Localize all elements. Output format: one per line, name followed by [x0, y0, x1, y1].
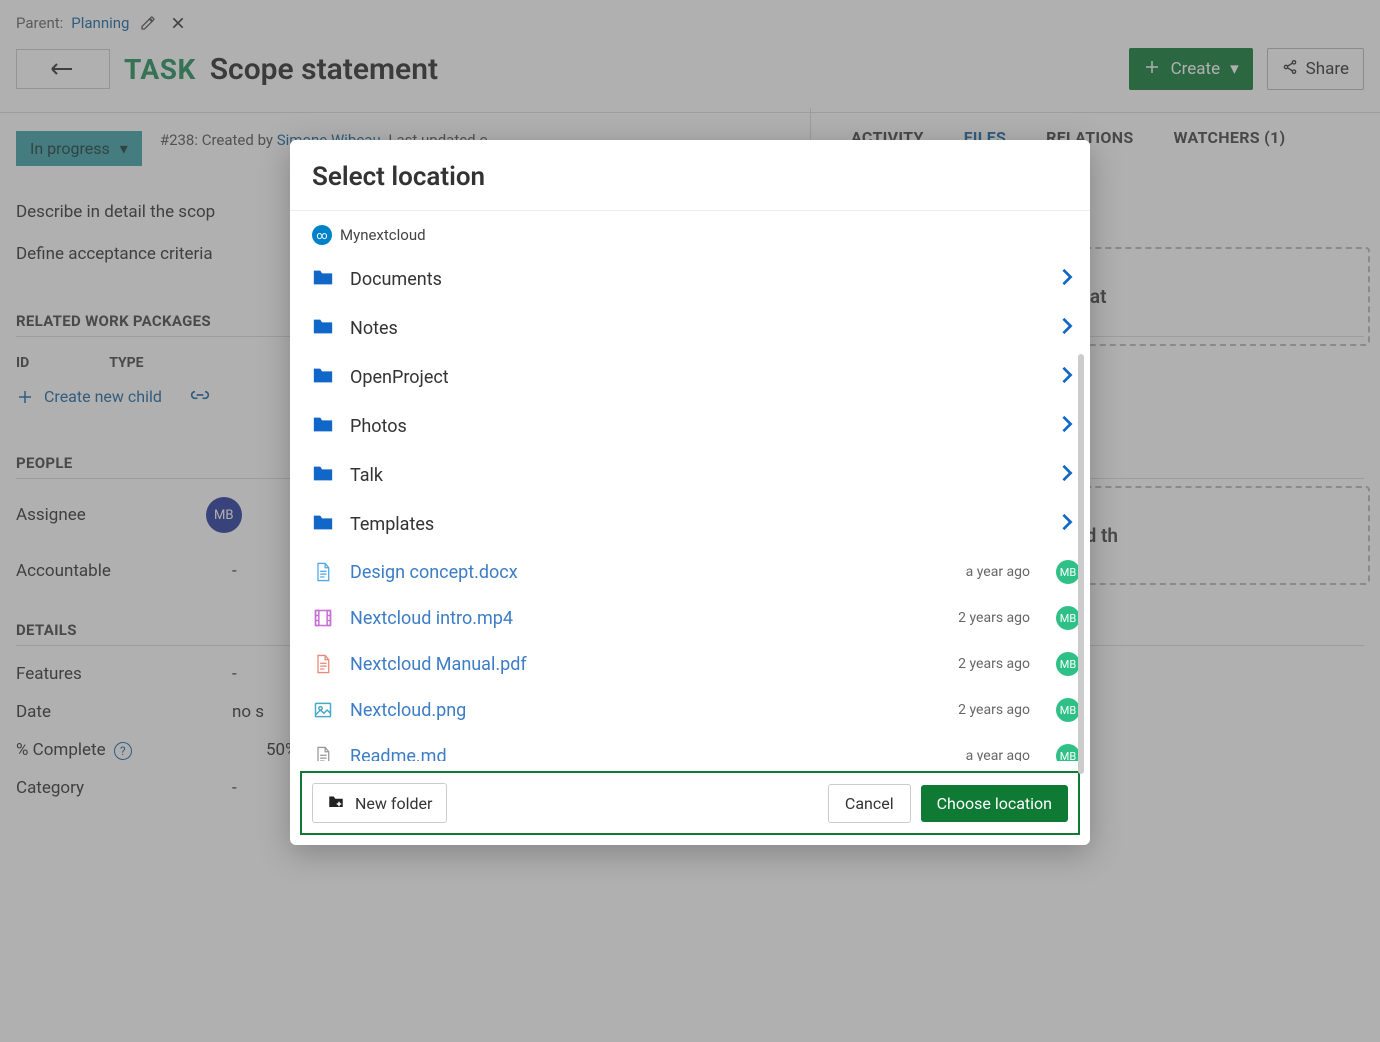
file-item: Readme.md a year ago MB — [312, 733, 1080, 761]
file-meta: a year ago — [966, 564, 1030, 580]
pdf-file-icon — [312, 654, 334, 674]
folder-icon — [312, 413, 334, 440]
modal-title: Select location — [290, 140, 1090, 210]
chevron-right-icon[interactable] — [1060, 463, 1080, 488]
select-location-modal: Select location ∞ Mynextcloud Documents N… — [290, 140, 1090, 845]
folder-item[interactable]: Talk — [312, 451, 1080, 500]
cancel-button[interactable]: Cancel — [828, 784, 911, 823]
modal-overlay[interactable]: Select location ∞ Mynextcloud Documents N… — [0, 0, 1380, 1042]
file-item: Nextcloud.png 2 years ago MB — [312, 687, 1080, 733]
location-list: Documents Notes OpenProject Photos Talk Templ… — [290, 251, 1090, 761]
file-name: Readme.md — [350, 746, 950, 762]
user-badge: MB — [1056, 652, 1080, 676]
nextcloud-icon: ∞ — [312, 225, 332, 245]
user-badge: MB — [1056, 606, 1080, 630]
file-meta: 2 years ago — [958, 656, 1030, 672]
folder-plus-icon — [327, 793, 345, 813]
folder-icon — [312, 266, 334, 293]
folder-item[interactable]: Notes — [312, 304, 1080, 353]
file-name: Nextcloud intro.mp4 — [350, 608, 942, 629]
chevron-right-icon[interactable] — [1060, 414, 1080, 439]
breadcrumb[interactable]: ∞ Mynextcloud — [290, 211, 1090, 251]
modal-footer: New folder Cancel Choose location — [300, 771, 1080, 835]
scrollbar[interactable] — [1078, 354, 1086, 845]
file-meta: a year ago — [966, 748, 1030, 761]
chevron-right-icon[interactable] — [1060, 365, 1080, 390]
chevron-right-icon[interactable] — [1060, 267, 1080, 292]
doc-file-icon — [312, 562, 334, 582]
chevron-right-icon[interactable] — [1060, 316, 1080, 341]
folder-name: Notes — [350, 318, 1044, 339]
user-badge: MB — [1056, 698, 1080, 722]
file-item: Design concept.docx a year ago MB — [312, 549, 1080, 595]
user-badge: MB — [1056, 744, 1080, 761]
folder-icon — [312, 315, 334, 342]
folder-item[interactable]: Documents — [312, 255, 1080, 304]
folder-name: Talk — [350, 465, 1044, 486]
user-badge: MB — [1056, 560, 1080, 584]
file-name: Design concept.docx — [350, 562, 950, 583]
file-name: Nextcloud.png — [350, 700, 942, 721]
breadcrumb-label: Mynextcloud — [340, 226, 426, 244]
text-file-icon — [312, 746, 334, 761]
file-item: Nextcloud Manual.pdf 2 years ago MB — [312, 641, 1080, 687]
folder-name: Documents — [350, 269, 1044, 290]
video-file-icon — [312, 608, 334, 628]
file-item: Nextcloud intro.mp4 2 years ago MB — [312, 595, 1080, 641]
file-name: Nextcloud Manual.pdf — [350, 654, 942, 675]
new-folder-label: New folder — [355, 794, 432, 813]
folder-name: Templates — [350, 514, 1044, 535]
file-meta: 2 years ago — [958, 610, 1030, 626]
folder-icon — [312, 364, 334, 391]
folder-item[interactable]: OpenProject — [312, 353, 1080, 402]
folder-icon — [312, 462, 334, 489]
folder-name: Photos — [350, 416, 1044, 437]
folder-item[interactable]: Templates — [312, 500, 1080, 549]
folder-name: OpenProject — [350, 367, 1044, 388]
folder-item[interactable]: Photos — [312, 402, 1080, 451]
choose-location-button[interactable]: Choose location — [921, 785, 1068, 822]
folder-icon — [312, 511, 334, 538]
image-file-icon — [312, 700, 334, 720]
chevron-right-icon[interactable] — [1060, 512, 1080, 537]
file-meta: 2 years ago — [958, 702, 1030, 718]
new-folder-button[interactable]: New folder — [312, 783, 447, 823]
